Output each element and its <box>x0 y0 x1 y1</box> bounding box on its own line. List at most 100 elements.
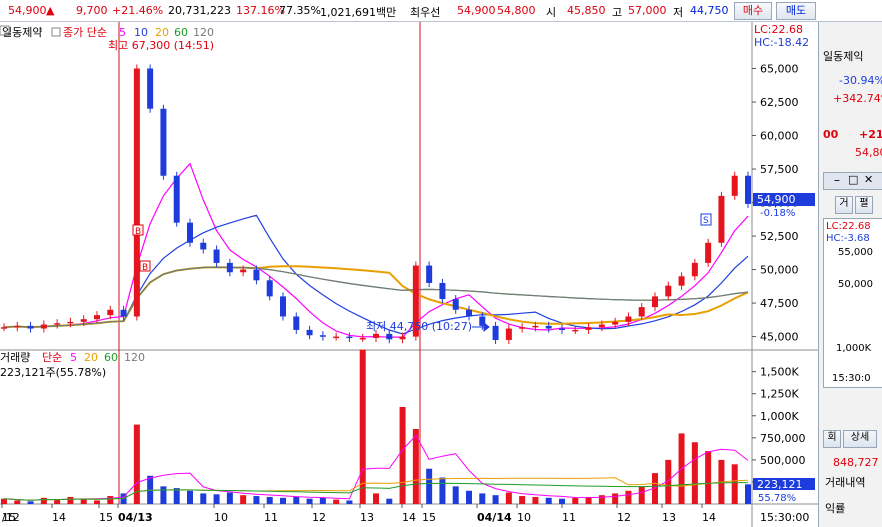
candle-body <box>691 262 698 277</box>
volume-bar <box>14 500 21 504</box>
volume-bar <box>439 477 446 504</box>
candle-body <box>545 325 552 329</box>
priority-label: 최우선 <box>410 6 441 19</box>
current-pct-tag: -0.18% <box>760 208 795 219</box>
side-mini-chart: LC:22.68 HC:-3.68 55,000 50,000 1,000K 1… <box>823 218 882 388</box>
time-tick-label: 15 <box>99 511 113 524</box>
price-tick-label: 50,000 <box>760 264 799 277</box>
volume-title: 거래량 <box>0 351 30 364</box>
volume-bar <box>625 490 632 504</box>
volume-pct-tag: 55.78% <box>758 493 796 504</box>
time-tick-label: 12 <box>617 511 631 524</box>
side-val1: 00 <box>823 128 839 141</box>
candle-body <box>27 325 34 329</box>
volume-total: 20,731,223 <box>168 4 231 17</box>
volume-bar <box>612 493 619 504</box>
signal-s: S <box>700 213 712 226</box>
vol-ma120-label: 120 <box>124 351 145 364</box>
volume-current-note: 223,121주(55.78%) <box>0 366 106 379</box>
time-tick-label: 15 <box>2 511 16 524</box>
candle-body <box>665 285 672 297</box>
buy-button[interactable]: 매수 <box>734 2 772 20</box>
low-label: 저 <box>673 6 684 19</box>
time-tick-label: 11 <box>562 511 576 524</box>
candle-body <box>293 316 300 330</box>
signal-b-1: B <box>132 224 144 237</box>
candle-body <box>625 316 632 322</box>
side-pct1: -30.94% <box>839 74 882 87</box>
svg-text:S: S <box>703 216 709 226</box>
volume-bar <box>572 497 579 504</box>
trades-label[interactable]: 거래내역 <box>825 474 865 490</box>
geo-button[interactable]: 거 <box>835 196 853 214</box>
candle-body <box>678 276 685 286</box>
candle-body <box>705 242 712 263</box>
side-val3: 54,80 <box>855 146 882 159</box>
current-price-tag: 54,900 <box>757 193 796 206</box>
volume-bar <box>492 495 499 504</box>
candle-body <box>213 249 220 263</box>
candle-body <box>718 195 725 243</box>
side-window-bar: – □ ✕ <box>823 172 882 190</box>
volume-bar <box>226 492 233 504</box>
volume-bar <box>200 493 207 504</box>
volume-bar <box>280 497 286 504</box>
detail-button[interactable]: 상세 <box>843 430 877 448</box>
bid-price: 54,800 <box>497 4 536 17</box>
volume-bar <box>253 496 260 504</box>
side-stock-name: 일동제익 <box>823 50 864 63</box>
candle-body <box>359 337 366 340</box>
candle-body <box>54 323 61 325</box>
pyeol-button[interactable]: 펼 <box>855 196 873 214</box>
high-note: 최고 67,300 (14:51) <box>108 39 214 52</box>
side-tick3: 1,000K <box>836 343 872 354</box>
volume-bar <box>466 490 472 504</box>
candle-body <box>133 68 140 317</box>
vol-ma5-label: 5 <box>70 351 77 364</box>
candle-body <box>386 333 393 340</box>
candle-body <box>492 325 499 340</box>
minimize-icon[interactable]: – <box>834 173 840 187</box>
vol-ma60-label: 60 <box>104 351 118 364</box>
candle-body <box>612 321 619 325</box>
close-icon[interactable]: ✕ <box>864 173 873 186</box>
legend-checkbox[interactable] <box>51 27 61 37</box>
volume-bar <box>399 406 406 504</box>
ma60-label: 60 <box>174 26 188 39</box>
lc-label: LC:22.68 <box>754 23 803 36</box>
maximize-icon[interactable]: □ <box>848 173 858 186</box>
volume-bar <box>54 499 61 504</box>
price-tick-label: 57,500 <box>760 163 799 176</box>
svg-text:B: B <box>142 263 148 273</box>
hc-label: HC:-18.42 <box>754 36 809 49</box>
high-price: 57,000 <box>628 4 667 17</box>
candle-body <box>638 307 645 317</box>
candle-body <box>306 329 313 336</box>
candle-body <box>319 335 326 337</box>
volume-bar <box>173 488 180 504</box>
volume-bar <box>519 496 526 504</box>
side-val-848: 848,727 <box>833 456 879 469</box>
low-note: 최저 44,750 (10:27) <box>366 320 472 333</box>
price-tick-label: 45,000 <box>760 331 799 344</box>
candle-body <box>399 336 406 340</box>
volume-bar <box>107 496 114 504</box>
side-panel: 일동제익 -30.94% +342.74% 00 +21 54,80 – □ ✕… <box>818 22 882 527</box>
candle-body <box>173 175 180 223</box>
candle-body <box>452 299 459 310</box>
candle-body <box>147 68 154 109</box>
candle-body <box>280 296 286 317</box>
time-tick-label: 04/14 <box>477 511 512 524</box>
stock-chart[interactable]: 65,00062,50060,00057,50055,00052,50050,0… <box>0 22 818 527</box>
hoe-button[interactable]: 회 <box>823 430 841 448</box>
volume-bar <box>213 494 220 504</box>
volume-bar <box>386 498 393 504</box>
volume-tick-label: 1,000K <box>760 410 799 423</box>
candle-body <box>67 321 74 324</box>
candle-body <box>253 269 260 281</box>
low-price: 44,750 <box>690 4 729 17</box>
candle-body <box>94 315 100 320</box>
sell-button[interactable]: 매도 <box>776 2 816 20</box>
candle-body <box>559 328 565 331</box>
trade-value: 1,021,691백만 <box>320 6 397 19</box>
